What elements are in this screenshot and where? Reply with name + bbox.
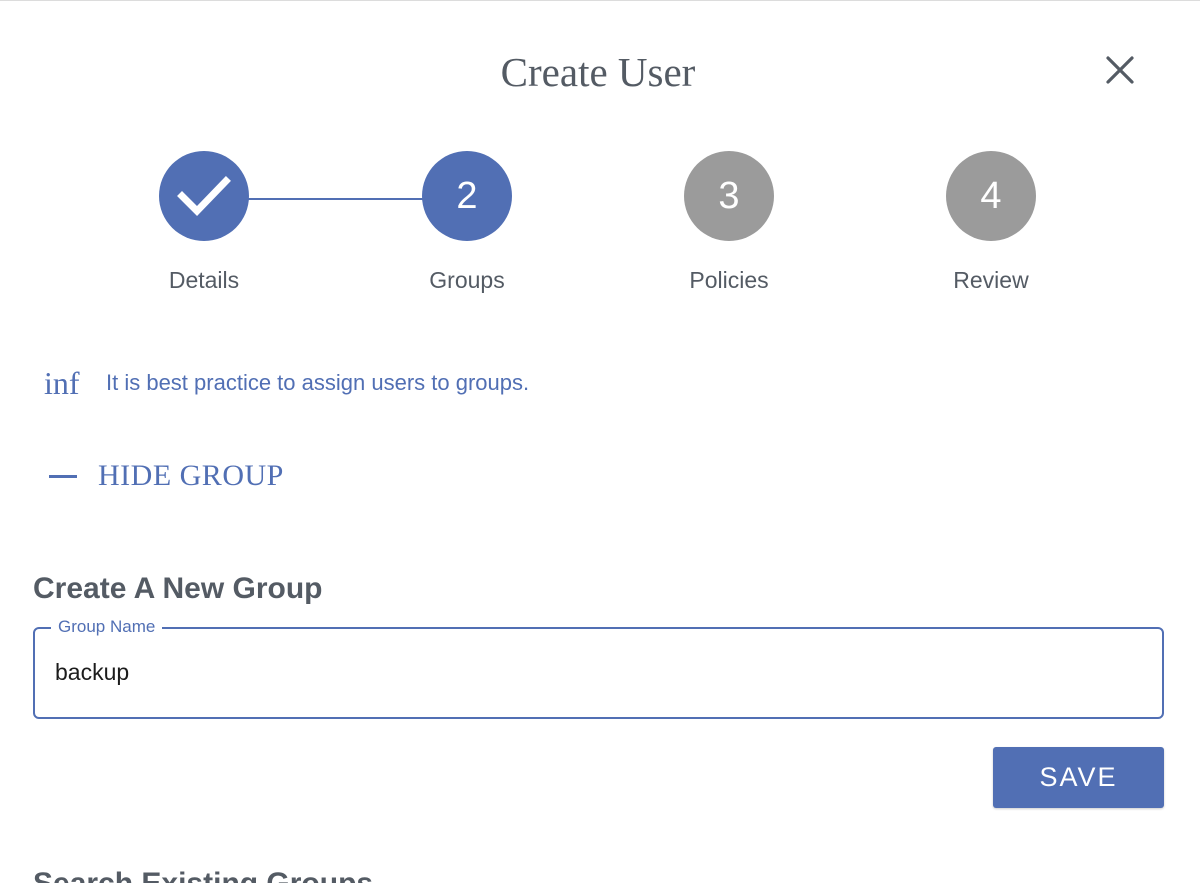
step-groups-number: 2 [422, 151, 512, 241]
minus-icon [49, 474, 77, 478]
step-policies-number: 3 [684, 151, 774, 241]
group-name-input[interactable] [55, 653, 1135, 691]
step-policies-label: Policies [689, 267, 769, 293]
info-icon: inf [44, 365, 80, 401]
top-divider [0, 0, 1200, 1]
step-review[interactable]: 4 Review [911, 151, 1071, 311]
step-review-label: Review [953, 267, 1029, 293]
create-group-heading: Create A New Group [33, 572, 323, 605]
step-groups[interactable]: 2 Groups [387, 151, 547, 311]
step-details-label: Details [168, 267, 240, 293]
hide-group-button[interactable]: HIDE GROUP [44, 456, 284, 496]
group-name-field: Group Name [33, 615, 1164, 719]
save-button[interactable]: SAVE [993, 747, 1164, 808]
step-details[interactable]: Details [124, 151, 284, 311]
info-message: It is best practice to assign users to g… [106, 370, 530, 395]
step-review-number: 4 [946, 151, 1036, 241]
group-name-label: Group Name [51, 615, 163, 639]
step-groups-label: Groups [429, 267, 505, 293]
close-button[interactable] [1100, 50, 1140, 90]
close-icon [1106, 56, 1134, 84]
dialog-title: Create User [500, 49, 696, 95]
hide-group-label: HIDE GROUP [98, 459, 284, 492]
step-details-circle [159, 151, 249, 241]
search-groups-heading: Search Existing Groups [33, 865, 373, 883]
step-policies[interactable]: 3 Policies [649, 151, 809, 311]
check-icon [177, 176, 231, 216]
